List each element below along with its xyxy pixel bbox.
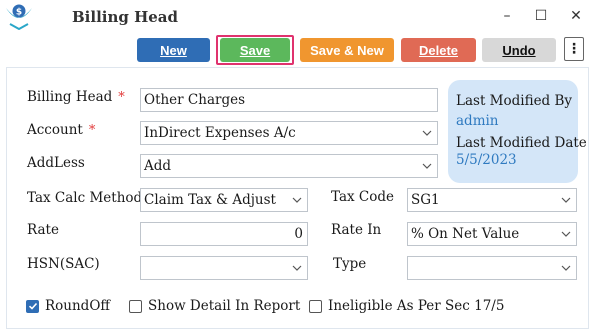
account-label: Account * [27,122,95,138]
app-logo-icon: $ [6,4,32,30]
chevron-down-icon[interactable] [556,189,576,211]
roundoff-label: RoundOff [45,298,110,314]
last-modified-card: Last Modified By admin Last Modified Dat… [448,80,587,183]
chevron-down-icon[interactable] [417,122,437,144]
tax-calc-method-select[interactable]: Claim Tax & Adjust [140,188,308,212]
save-and-new-button[interactable]: Save & New [300,38,394,62]
ineligible-sec-17-5-checkbox[interactable]: Ineligible As Per Sec 17/5 [309,298,504,314]
billing-head-window: $ Billing Head – ☐ ✕ New Save Save & New… [0,0,593,335]
ineligible-sec-17-5-label: Ineligible As Per Sec 17/5 [328,298,505,314]
last-modified-by-value: admin [456,113,499,129]
required-marker: * [118,90,125,105]
roundoff-checkbox[interactable]: RoundOff [26,298,110,314]
account-label-text: Account [27,122,83,138]
chevron-down-icon[interactable] [556,223,576,245]
account-select-value: InDirect Expenses A/c [144,125,296,141]
tax-code-label: Tax Code [331,189,394,205]
show-detail-in-report-label: Show Detail In Report [148,298,301,314]
chevron-down-icon[interactable] [556,257,576,279]
rate-in-value: % On Net Value [411,226,520,242]
show-detail-in-report-checkbox[interactable]: Show Detail In Report [129,298,300,314]
maximize-button[interactable]: ☐ [531,6,551,26]
close-button[interactable]: ✕ [566,6,586,26]
chevron-down-icon[interactable] [417,155,437,177]
required-marker: * [88,123,96,138]
billing-head-input[interactable]: Other Charges [140,88,438,112]
type-label: Type [333,256,367,272]
save-and-new-button-label: Save & New [310,42,384,58]
billing-head-label: Billing Head * [27,89,125,105]
last-modified-by-label: Last Modified By [456,93,573,109]
undo-button[interactable]: Undo [482,38,556,62]
new-button-label: New [160,42,187,58]
delete-button[interactable]: Delete [401,38,476,62]
new-button[interactable]: New [137,38,210,62]
type-select[interactable] [407,256,577,280]
checkbox-checked-icon[interactable] [26,299,39,313]
tax-calc-method-value: Claim Tax & Adjust [144,192,276,208]
window-title: Billing Head [72,8,179,26]
checkbox-unchecked-icon[interactable] [309,299,322,313]
hsn-sac-select[interactable] [140,256,308,280]
minimize-button[interactable]: – [497,6,517,26]
rate-in-label: Rate In [331,222,382,238]
rate-in-select[interactable]: % On Net Value [407,222,577,246]
last-modified-date-label: Last Modified Date [456,135,587,151]
rate-label: Rate [27,222,59,238]
save-button[interactable]: Save [220,38,290,62]
chevron-down-icon[interactable] [287,257,307,279]
addless-select-value: Add [144,158,172,174]
addless-label: AddLess [27,155,85,171]
addless-select[interactable]: Add [140,154,438,178]
checkbox-unchecked-icon[interactable] [129,299,142,313]
rate-input[interactable]: 0 [140,222,308,246]
tax-calc-method-label: Tax Calc Method [27,190,143,206]
more-options-button[interactable]: ⋮ [564,37,584,61]
delete-button-label: Delete [418,42,459,58]
tax-code-select[interactable]: SG1 [407,188,577,212]
chevron-down-icon[interactable] [287,189,307,211]
last-modified-date-value: 5/5/2023 [456,152,517,168]
account-select[interactable]: InDirect Expenses A/c [140,121,438,145]
billing-head-label-text: Billing Head [27,89,113,105]
tax-code-value: SG1 [411,192,440,208]
hsn-sac-label: HSN(SAC) [27,256,100,272]
save-button-label: Save [239,42,271,58]
title-bar: $ Billing Head – ☐ ✕ [0,0,593,34]
undo-button-label: Undo [502,42,536,58]
svg-text:$: $ [16,8,22,18]
